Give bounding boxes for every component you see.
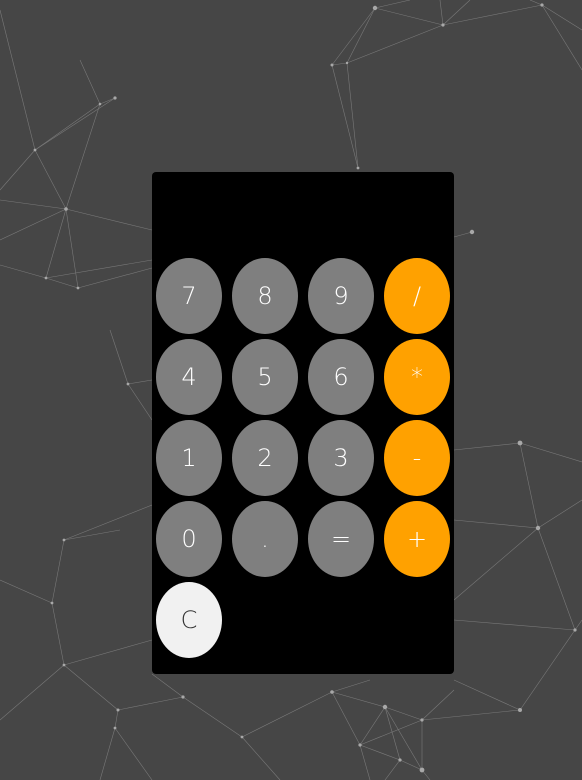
key-0[interactable]: 0	[156, 501, 222, 577]
divide-button[interactable]: /	[384, 258, 450, 334]
clear-button[interactable]: C	[156, 582, 222, 658]
multiply-button[interactable]: *	[384, 339, 450, 415]
decimal-button[interactable]: .	[232, 501, 298, 577]
key-2[interactable]: 2	[232, 420, 298, 496]
page-background: 7 8 9 / 4 5 6 * 1 2 3 - 0 . = + C	[0, 0, 582, 780]
key-1[interactable]: 1	[156, 420, 222, 496]
calculator: 7 8 9 / 4 5 6 * 1 2 3 - 0 . = + C	[152, 172, 454, 674]
calculator-display	[152, 172, 454, 256]
equals-button[interactable]: =	[308, 501, 374, 577]
key-8[interactable]: 8	[232, 258, 298, 334]
key-3[interactable]: 3	[308, 420, 374, 496]
key-4[interactable]: 4	[156, 339, 222, 415]
key-5[interactable]: 5	[232, 339, 298, 415]
key-6[interactable]: 6	[308, 339, 374, 415]
key-7[interactable]: 7	[156, 258, 222, 334]
add-button[interactable]: +	[384, 501, 450, 577]
key-9[interactable]: 9	[308, 258, 374, 334]
subtract-button[interactable]: -	[384, 420, 450, 496]
